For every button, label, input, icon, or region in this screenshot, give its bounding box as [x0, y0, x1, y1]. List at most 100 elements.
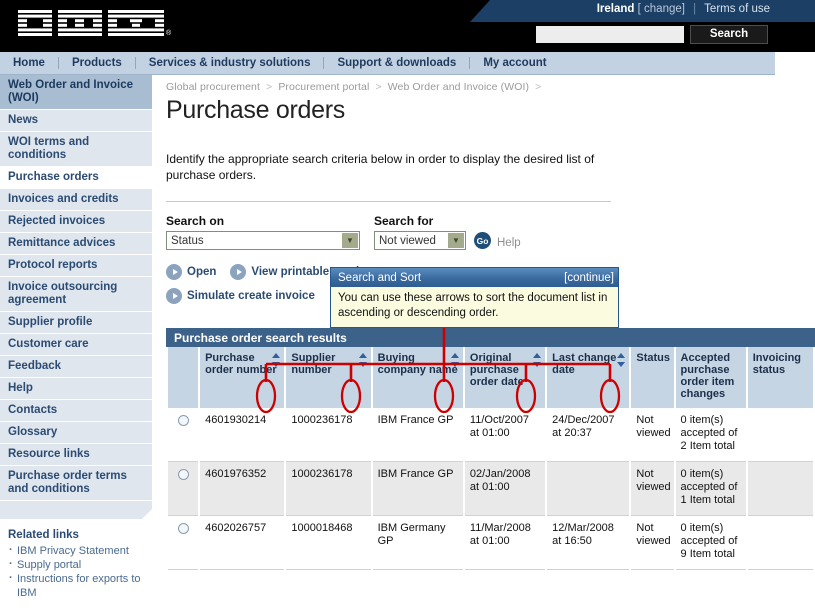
- tooltip-titlebar: Search and Sort [continue]: [331, 268, 618, 287]
- search-for-select[interactable]: Not viewed ▼: [374, 231, 466, 250]
- open-action[interactable]: Open: [166, 264, 216, 280]
- related-links-title: Related links: [8, 529, 79, 541]
- tooltip-continue-link[interactable]: [continue]: [564, 272, 614, 284]
- column-original-purchase-order-date[interactable]: Original purchase order date: [464, 347, 546, 408]
- table-row[interactable]: 4601976352 1000236178 IBM France GP 02/J…: [168, 462, 813, 516]
- nav-item-support[interactable]: Support & downloads: [324, 52, 469, 74]
- breadcrumb-procurement-portal[interactable]: Procurement portal: [278, 81, 369, 93]
- search-button[interactable]: Search: [690, 25, 768, 44]
- nav-item-home[interactable]: Home: [0, 52, 58, 74]
- table-row[interactable]: 4602026757 1000018468 IBM Germany GP 11/…: [168, 516, 813, 570]
- related-link-supply-portal[interactable]: Supply portal: [8, 557, 146, 572]
- sidebar-item-supplier-profile[interactable]: Supplier profile: [0, 312, 152, 334]
- registered-mark: ®: [166, 30, 172, 37]
- column-buying-company-name[interactable]: Buying company name: [372, 347, 463, 408]
- search-for-group: Search for Not viewed ▼ Go Help: [374, 214, 521, 250]
- masthead-search: Search: [536, 25, 768, 44]
- cell-supplier-number: 1000236178: [286, 462, 371, 516]
- breadcrumb-global-procurement[interactable]: Global procurement: [166, 81, 260, 93]
- sidebar-item-news[interactable]: News: [0, 110, 152, 132]
- sort-arrows-purchase-order-number[interactable]: [272, 353, 281, 367]
- column-accepted-po-item-changes: Accepted purchase order item changes: [675, 347, 746, 408]
- chevron-down-icon: ▼: [342, 233, 358, 248]
- sidebar-item-help[interactable]: Help: [0, 378, 152, 400]
- sort-descending-icon[interactable]: [450, 362, 459, 367]
- search-help-link[interactable]: Help: [497, 237, 521, 249]
- cell-po-number: 4602026757: [200, 516, 285, 570]
- search-on-label: Search on: [166, 214, 225, 228]
- breadcrumb-separator-trailing: >: [535, 81, 542, 93]
- search-on-select[interactable]: Status ▼: [166, 231, 360, 250]
- tooltip-title: Search and Sort: [338, 271, 422, 284]
- sidebar-item-invoices-credits[interactable]: Invoices and credits: [0, 189, 152, 211]
- sidebar-item-resource-links[interactable]: Resource links: [0, 444, 152, 466]
- sidebar-item-protocol-reports[interactable]: Protocol reports: [0, 255, 152, 277]
- tooltip-body: You can use these arrows to sort the doc…: [338, 292, 608, 319]
- column-label: Original purchase order date: [469, 352, 524, 388]
- sort-arrows-buying-company-name[interactable]: [450, 353, 459, 367]
- search-input[interactable]: [536, 26, 684, 43]
- sidebar-item-purchase-orders[interactable]: Purchase orders: [0, 167, 152, 189]
- sort-descending-icon[interactable]: [533, 362, 542, 367]
- sort-ascending-icon[interactable]: [358, 353, 367, 358]
- breadcrumb-woi[interactable]: Web Order and Invoice (WOI): [388, 81, 529, 93]
- nav-item-my-account[interactable]: My account: [470, 52, 559, 74]
- sidebar-item-rejected-invoices[interactable]: Rejected invoices: [0, 211, 152, 233]
- simulate-create-invoice-action[interactable]: Simulate create invoice: [166, 288, 315, 304]
- sort-arrows-supplier-number[interactable]: [358, 353, 367, 367]
- row-select-cell[interactable]: [168, 408, 199, 462]
- related-link-export-instructions[interactable]: Instructions for exports to IBM: [8, 571, 146, 600]
- ibm-logo[interactable]: ®: [18, 10, 178, 40]
- sort-descending-icon[interactable]: [617, 362, 626, 367]
- sort-descending-icon[interactable]: [272, 362, 281, 367]
- sidebar-item-customer-care[interactable]: Customer care: [0, 334, 152, 356]
- nav-item-products[interactable]: Products: [59, 52, 135, 74]
- cell-po-number: 4601930214: [200, 408, 285, 462]
- sidebar-item-remittance-advices[interactable]: Remittance advices: [0, 233, 152, 255]
- row-radio-button[interactable]: [178, 469, 190, 480]
- sidebar-item-feedback[interactable]: Feedback: [0, 356, 152, 378]
- results-title: Purchase order search results: [166, 328, 815, 347]
- divider: [166, 201, 611, 202]
- column-purchase-order-number[interactable]: Purchase order number: [200, 347, 285, 408]
- cell-status: Not viewed: [631, 462, 674, 516]
- table-row[interactable]: 4601930214 1000236178 IBM France GP 11/O…: [168, 408, 813, 462]
- search-for-label: Search for: [374, 214, 434, 228]
- terms-of-use-link[interactable]: Terms of use: [704, 3, 770, 15]
- sidebar-item-woi-terms[interactable]: WOI terms and conditions: [0, 132, 152, 167]
- search-on-value: Status: [171, 234, 204, 247]
- related-links: Related links IBM Privacy Statement Supp…: [0, 519, 152, 600]
- change-country-link[interactable]: [ change]: [638, 3, 685, 15]
- sidebar-item-woi[interactable]: Web Order and Invoice (WOI): [0, 75, 152, 110]
- column-select: [168, 347, 199, 408]
- column-status: Status: [631, 347, 674, 408]
- country-label: Ireland: [596, 3, 635, 15]
- row-select-cell[interactable]: [168, 462, 199, 516]
- arrow-right-icon: [166, 264, 182, 280]
- cell-supplier-number: 1000236178: [286, 408, 371, 462]
- column-label: Buying company name: [377, 352, 458, 376]
- sort-arrows-original-purchase-order-date[interactable]: [533, 353, 542, 367]
- go-button[interactable]: Go: [474, 232, 491, 249]
- intro-text: Identify the appropriate search criteria…: [166, 152, 595, 182]
- search-for-value: Not viewed: [379, 234, 436, 247]
- row-radio-button[interactable]: [178, 523, 190, 534]
- sidebar-item-po-terms[interactable]: Purchase order terms and conditions: [0, 466, 152, 501]
- column-last-change-date[interactable]: Last change date: [547, 347, 630, 408]
- sort-ascending-icon[interactable]: [272, 353, 281, 358]
- row-radio-button[interactable]: [178, 415, 190, 426]
- chevron-down-icon: ▼: [448, 233, 464, 248]
- sidebar-item-glossary[interactable]: Glossary: [0, 422, 152, 444]
- sidebar-item-invoice-outsourcing[interactable]: Invoice outsourcing agreement: [0, 277, 152, 312]
- sort-ascending-icon[interactable]: [450, 353, 459, 358]
- nav-item-services[interactable]: Services & industry solutions: [136, 52, 324, 74]
- related-link-privacy[interactable]: IBM Privacy Statement: [8, 543, 146, 558]
- sidebar-item-contacts[interactable]: Contacts: [0, 400, 152, 422]
- sort-arrows-last-change-date[interactable]: [617, 353, 626, 367]
- cell-original-date: 02/Jan/2008 at 01:00: [464, 462, 546, 516]
- sort-ascending-icon[interactable]: [617, 353, 626, 358]
- column-supplier-number[interactable]: Supplier number: [286, 347, 371, 408]
- row-select-cell[interactable]: [168, 516, 199, 570]
- sort-ascending-icon[interactable]: [533, 353, 542, 358]
- sort-descending-icon[interactable]: [358, 362, 367, 367]
